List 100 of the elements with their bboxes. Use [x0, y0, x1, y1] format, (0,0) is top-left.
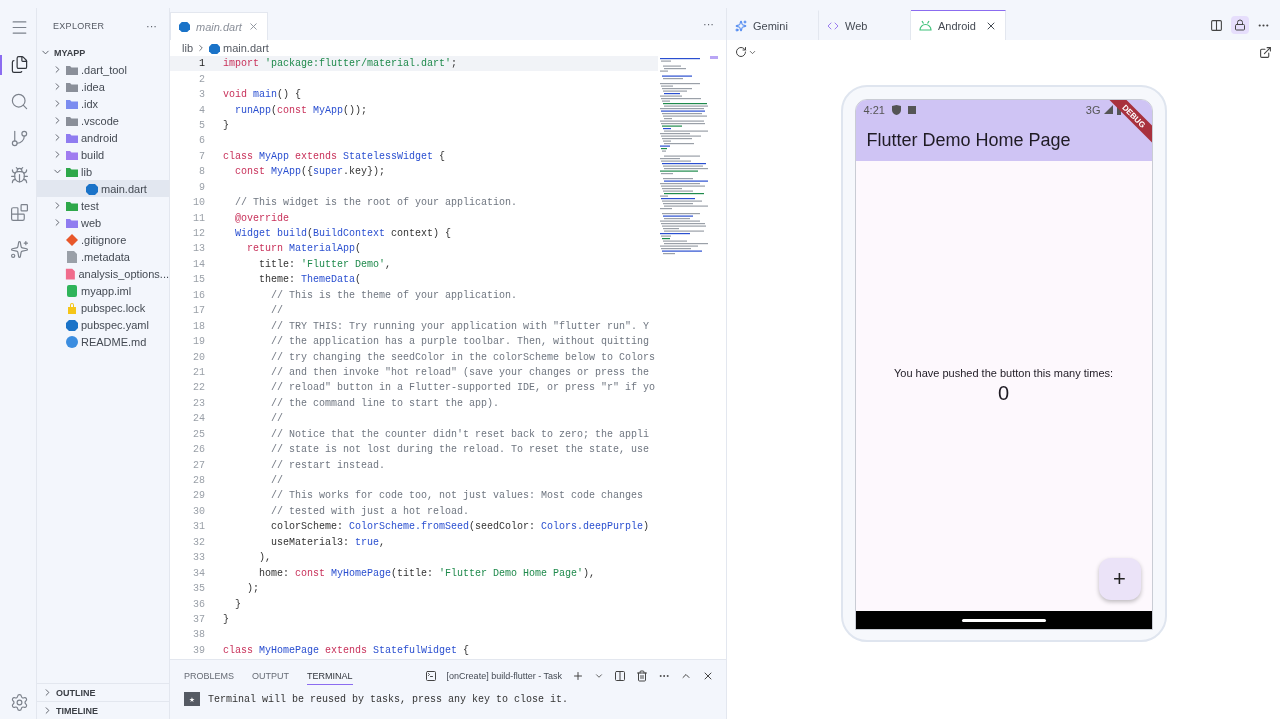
tree-item[interactable]: android: [37, 129, 169, 146]
dart-file-icon: [209, 42, 220, 54]
line-number: 27: [192, 459, 205, 471]
task-name[interactable]: [onCreate] build-flutter - Task: [446, 671, 562, 681]
preview-tab[interactable]: Gemini: [727, 10, 819, 40]
file-name: build: [81, 148, 105, 161]
terminal-message: Terminal will be reused by tasks, press any key to close it.: [208, 693, 569, 705]
code-line: // restart instead.: [270, 459, 386, 471]
line-number: 29: [192, 490, 205, 502]
line-number: 11: [192, 212, 205, 224]
panel-tab[interactable]: OUTPUT: [252, 667, 289, 685]
tree-item[interactable]: .idx: [37, 95, 169, 112]
code-line: // state is not lost during the reload. To reset the state, use: [270, 444, 650, 456]
file-name: myapp.iml: [81, 284, 132, 297]
file-name: .metadata: [81, 250, 130, 263]
code-line: runApp(const MyApp());: [234, 104, 368, 116]
chevron-down-icon[interactable]: [594, 671, 604, 681]
line-number: 32: [192, 536, 205, 548]
code-line: useMaterial3: true,: [270, 536, 386, 548]
trash-icon[interactable]: [636, 670, 648, 682]
shield-icon: [891, 104, 901, 115]
lock-button[interactable]: [1231, 16, 1249, 34]
tree-item[interactable]: .vscode: [37, 112, 169, 129]
line-number: 33: [192, 552, 205, 564]
add-button[interactable]: +: [1098, 558, 1141, 600]
line-number: 34: [192, 567, 205, 579]
line-number: 16: [192, 289, 205, 301]
code-line: );: [246, 583, 259, 595]
add-icon[interactable]: [572, 670, 584, 682]
external-link-icon[interactable]: [1259, 45, 1272, 59]
file-name: android: [81, 131, 118, 144]
section-header[interactable]: TIMELINE: [37, 701, 169, 719]
code-line: colorScheme: ColorScheme.fromSeed(seedColor: Colors.deepPurple): [270, 521, 650, 533]
tree-item[interactable]: web: [37, 214, 169, 231]
code-line: // This is the theme of your application.: [270, 289, 518, 301]
code-line: void main() {: [223, 89, 302, 101]
file-name: README.md: [81, 335, 147, 348]
tree-item[interactable]: analysis_options...: [37, 265, 169, 282]
breadcrumb-item[interactable]: lib: [182, 42, 193, 54]
panel-title: EXPLORER: [53, 21, 105, 31]
split-icon[interactable]: [614, 670, 626, 682]
line-number: 20: [192, 351, 205, 363]
code-line: // try changing the seedColor in the colorScheme below to Colors: [270, 351, 656, 363]
counter-label: You have pushed the button this many times:: [893, 367, 1114, 379]
tree-item[interactable]: main.dart: [37, 180, 169, 197]
line-number: 31: [192, 521, 205, 533]
code-line: return MaterialApp(: [246, 243, 362, 255]
file-name: pubspec.yaml: [81, 318, 149, 331]
line-number: 38: [192, 629, 205, 641]
android-icon: [919, 20, 932, 31]
line-number: 23: [192, 397, 205, 409]
file-name: .dart_tool: [81, 63, 127, 76]
tree-item[interactable]: pubspec.lock: [37, 299, 169, 316]
panel-tab[interactable]: PROBLEMS: [184, 667, 234, 685]
split-icon[interactable]: [1210, 18, 1223, 32]
panel-tab[interactable]: TERMINAL: [307, 667, 353, 685]
code-line: class MyApp extends StatelessWidget {: [223, 150, 446, 162]
section-header[interactable]: OUTLINE: [37, 683, 169, 701]
code-line: //: [270, 413, 283, 425]
line-number: 17: [192, 305, 205, 317]
tree-item[interactable]: myapp.iml: [37, 282, 169, 299]
close-icon[interactable]: [702, 670, 714, 682]
status-time: 4:21: [863, 103, 885, 116]
more-button[interactable]: ···: [703, 18, 714, 30]
code-line: }: [223, 613, 229, 625]
tree-item[interactable]: test: [37, 197, 169, 214]
tree-item[interactable]: README.md: [37, 333, 169, 350]
tree-item[interactable]: .idea: [37, 78, 169, 95]
tree-item[interactable]: lib: [37, 163, 169, 180]
file-name: .gitignore: [81, 233, 127, 246]
line-number: 21: [192, 366, 205, 378]
line-number: 7: [198, 150, 205, 162]
preview-tab[interactable]: Android: [911, 10, 1006, 40]
line-number: 19: [192, 336, 205, 348]
tree-item[interactable]: .gitignore: [37, 231, 169, 248]
tree-root[interactable]: MYAPP: [37, 44, 169, 61]
file-name: web: [81, 216, 102, 229]
file-name: .idea: [81, 80, 105, 93]
tree-item[interactable]: .metadata: [37, 248, 169, 265]
code-line: }: [234, 598, 241, 610]
file-name: test: [81, 199, 99, 212]
terminal-icon: [424, 670, 437, 682]
code-line: }: [223, 119, 229, 131]
file-name: main.dart: [101, 182, 147, 195]
line-number: 3: [198, 89, 205, 101]
line-number: 37: [192, 613, 205, 625]
reload-icon[interactable]: [735, 46, 747, 58]
tree-item[interactable]: pubspec.yaml: [37, 316, 169, 333]
line-number: 4: [198, 104, 205, 116]
tree-item[interactable]: .dart_tool: [37, 61, 169, 78]
line-number: 2: [198, 73, 205, 85]
more-button[interactable]: ···: [146, 20, 157, 32]
code-line: import 'package:flutter/material.dart';: [223, 58, 458, 70]
code-line: // and then invoke "hot reload" (save your changes or press the: [270, 366, 650, 378]
line-number: 36: [192, 598, 205, 610]
breadcrumb-item[interactable]: main.dart: [223, 42, 269, 54]
code-line: // Notice that the counter didn't reset back to zero; the appli: [270, 428, 650, 440]
code-line: // reload" button in a Flutter-supported IDE, or press "r" if yo: [270, 382, 656, 394]
tree-item[interactable]: build: [37, 146, 169, 163]
code-line: // the application has a purple toolbar. Then, without quitting: [270, 336, 650, 348]
